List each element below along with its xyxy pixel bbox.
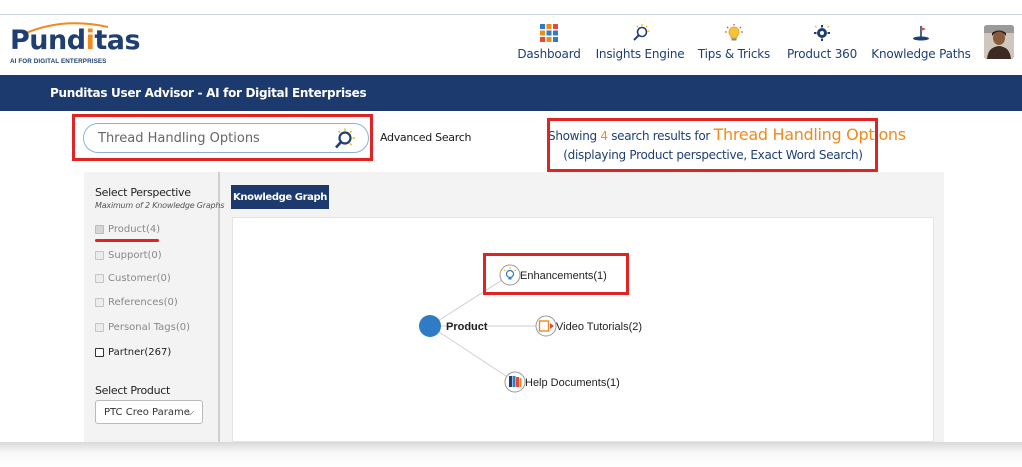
- header: Punditas AI FOR DIGITAL ENTERPRISES Dash…: [0, 15, 1022, 75]
- results-prefix: Showing: [548, 129, 601, 143]
- product-gear-icon: [812, 24, 832, 42]
- tips-lightbulb-icon: [724, 24, 744, 42]
- bottom-shadow: [0, 442, 1022, 467]
- perspective-personal-tags[interactable]: Personal Tags(0): [95, 320, 190, 334]
- help-documents-node[interactable]: Help Documents(1): [504, 371, 620, 393]
- knowledge-graph: Product Enhancements(1) Video Tutorials(…: [419, 264, 642, 393]
- perspective-support-checkbox[interactable]: [95, 250, 104, 260]
- enhancements-label: Enhancements(1): [520, 270, 607, 282]
- product-node[interactable]: [419, 315, 441, 337]
- user-avatar[interactable]: [984, 25, 1014, 59]
- tab-knowledge-graph[interactable]: Knowledge Graph: [231, 185, 329, 209]
- perspective-personal-tags-checkbox[interactable]: [95, 322, 104, 332]
- punditas-page: Punditas AI FOR DIGITAL ENTERPRISES Dash…: [0, 0, 1022, 467]
- perspective-partner-label: Partner(267): [108, 346, 172, 358]
- results-count: 4: [600, 129, 608, 143]
- nav-product360-label: Product 360: [786, 47, 858, 61]
- logo-tagline: AI FOR DIGITAL ENTERPRISES: [10, 58, 107, 65]
- search-box: [83, 123, 369, 153]
- logo-highlight: i: [85, 25, 95, 56]
- perspective-customer-checkbox[interactable]: [95, 273, 104, 283]
- punditas-logo[interactable]: Punditas AI FOR DIGITAL ENTERPRISES: [10, 22, 160, 69]
- perspective-personal-tags-label: Personal Tags(0): [108, 321, 190, 333]
- nav-dashboard[interactable]: Dashboard: [517, 15, 581, 75]
- logo-part1: Pund: [10, 25, 86, 56]
- perspective-title: Select Perspective: [95, 186, 191, 199]
- enhancements-node[interactable]: Enhancements(1): [499, 264, 607, 286]
- video-tutorials-label: Video Tutorials(2): [556, 321, 642, 333]
- nav-insights-engine[interactable]: Insights Engine: [595, 15, 685, 75]
- perspective-product[interactable]: Product(4): [95, 222, 160, 236]
- title-bar-text: Punditas User Advisor - AI for Digital E…: [50, 86, 367, 100]
- perspective-sidebar: Select Perspective Maximum of 2 Knowledg…: [84, 172, 224, 442]
- nav-product-360[interactable]: Product 360: [786, 15, 858, 75]
- dashboard-grid-icon: [539, 24, 559, 42]
- nav-insights-label: Insights Engine: [595, 47, 685, 61]
- perspective-references-checkbox[interactable]: [95, 297, 104, 307]
- perspective-partner-checkbox[interactable]: [95, 347, 104, 357]
- advanced-search-link[interactable]: Advanced Search: [380, 131, 471, 144]
- perspective-customer[interactable]: Customer(0): [95, 271, 171, 285]
- results-middle: search results for: [607, 129, 714, 143]
- nav-dashboard-label: Dashboard: [517, 47, 581, 61]
- insights-lightbulb-icon: [630, 24, 650, 42]
- perspective-subtitle: Maximum of 2 Knowledge Graphs: [95, 201, 225, 210]
- perspective-product-label: Product(4): [108, 223, 161, 235]
- edge-product-enhancements: [429, 274, 511, 327]
- perspective-support[interactable]: Support(0): [95, 248, 162, 262]
- logo-wordmark: Punditas: [10, 25, 141, 56]
- perspective-references[interactable]: References(0): [95, 295, 178, 309]
- perspective-support-label: Support(0): [108, 249, 162, 261]
- perspective-product-checkbox[interactable]: [95, 224, 104, 234]
- nav-knowledge-label: Knowledge Paths: [871, 47, 971, 61]
- perspective-references-label: References(0): [108, 296, 178, 308]
- video-tutorials-node[interactable]: Video Tutorials(2): [535, 315, 642, 337]
- product-node-label: Product: [446, 321, 488, 333]
- results-summary: Showing 4 search results for Thread Hand…: [548, 125, 906, 144]
- chevron-down-icon: ⌵: [186, 407, 194, 418]
- results-query: Thread Handling Options: [713, 125, 907, 144]
- results-detail: (displaying Product perspective, Exact W…: [563, 148, 863, 162]
- nav-tips-label: Tips & Tricks: [697, 47, 771, 61]
- knowledge-paths-icon: [911, 24, 931, 42]
- nav-tips-tricks[interactable]: Tips & Tricks: [697, 15, 771, 75]
- product-underline-highlight: [95, 239, 159, 242]
- logo-part2: tas: [94, 25, 141, 56]
- select-product-label: Select Product: [95, 384, 170, 397]
- select-product-value: PTC Creo Parame: [104, 406, 190, 418]
- edge-product-help: [429, 325, 516, 383]
- perspective-customer-label: Customer(0): [108, 272, 171, 284]
- select-product-dropdown[interactable]: PTC Creo Parame ⌵: [95, 400, 203, 424]
- nav-knowledge-paths[interactable]: Knowledge Paths: [871, 15, 971, 75]
- help-documents-label: Help Documents(1): [525, 377, 620, 389]
- search-icon[interactable]: [332, 128, 356, 150]
- search-input[interactable]: [98, 129, 318, 148]
- perspective-partner[interactable]: Partner(267): [95, 345, 171, 359]
- title-bar: Punditas User Advisor - AI for Digital E…: [0, 75, 1022, 111]
